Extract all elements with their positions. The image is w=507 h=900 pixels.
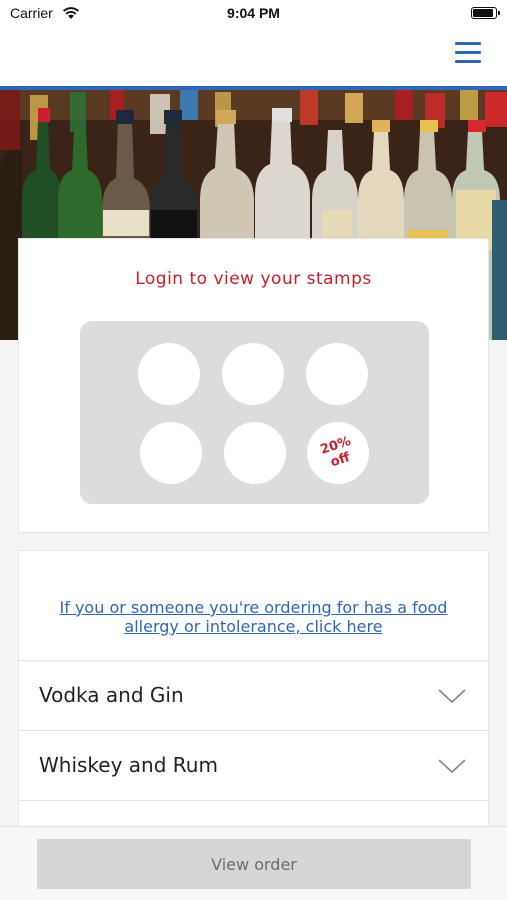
stamp-slot: [140, 422, 202, 484]
category-whiskey-and-rum[interactable]: Whiskey and Rum: [19, 730, 488, 800]
category-label: Vodka and Gin: [39, 683, 184, 707]
clock: 9:04 PM: [227, 5, 280, 21]
stamp-panel: 20% off: [80, 321, 429, 504]
stamp-slot: [224, 422, 286, 484]
chevron-down-icon: [438, 759, 466, 774]
view-order-button[interactable]: View order: [37, 839, 471, 889]
chevron-down-icon: [438, 689, 466, 704]
category-vodka-and-gin[interactable]: Vodka and Gin: [19, 660, 488, 730]
stamp-card: Login to view your stamps 20% off: [18, 238, 489, 533]
bottom-bar: View order: [0, 826, 507, 900]
stamp-slot: [306, 343, 368, 405]
stamp-slot: [222, 343, 284, 405]
allergy-info-link[interactable]: If you or someone you're ordering for ha…: [39, 598, 468, 636]
hamburger-menu-icon[interactable]: [455, 40, 483, 66]
stamp-card-title[interactable]: Login to view your stamps: [19, 269, 488, 289]
battery-icon: [471, 7, 500, 19]
status-bar: Carrier 9:04 PM: [0, 0, 507, 30]
stamp-slot: [138, 343, 200, 405]
nav-bar: [0, 30, 507, 86]
category-label: Whiskey and Rum: [39, 753, 218, 777]
reward-stamp: 20% off: [307, 422, 369, 484]
